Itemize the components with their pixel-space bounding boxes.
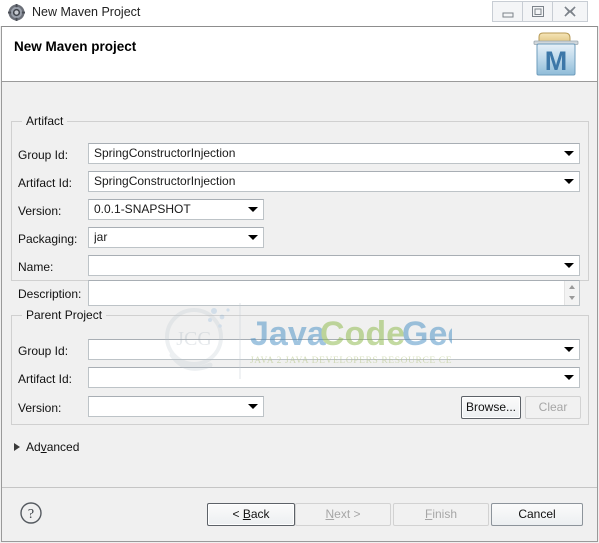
- finish-button[interactable]: Finish: [393, 503, 489, 526]
- dialog-button-bar: ? < Back Next > Finish Cancel: [2, 487, 597, 541]
- artifact-description-field[interactable]: [88, 280, 580, 306]
- restore-button[interactable]: [522, 1, 552, 22]
- parent-group-id-combo[interactable]: [88, 339, 580, 360]
- scroll-down-icon[interactable]: [569, 296, 575, 300]
- window-titlebar: New Maven Project: [0, 0, 599, 26]
- chevron-down-icon[interactable]: [248, 235, 258, 240]
- next-button[interactable]: Next >: [295, 503, 391, 526]
- chevron-right-icon[interactable]: [14, 443, 20, 451]
- artifact-artifact-id-value: SpringConstructorInjection: [94, 174, 236, 188]
- chevron-down-icon[interactable]: [564, 263, 574, 268]
- parent-group-id-label: Group Id:: [18, 344, 69, 358]
- scroll-up-icon[interactable]: [569, 285, 575, 289]
- svg-text:M: M: [545, 46, 568, 76]
- parent-artifact-id-combo[interactable]: [88, 367, 580, 388]
- chevron-down-icon[interactable]: [564, 179, 574, 184]
- browse-button[interactable]: Browse...: [461, 396, 521, 419]
- window-title: New Maven Project: [32, 5, 141, 19]
- artifact-packaging-value: jar: [94, 230, 108, 244]
- artifact-artifact-id-combo[interactable]: SpringConstructorInjection: [88, 171, 580, 192]
- artifact-name-value: [94, 256, 564, 275]
- maven-gear-icon: [8, 4, 25, 21]
- artifact-group-id-combo[interactable]: SpringConstructorInjection: [88, 143, 580, 164]
- artifact-packaging-label: Packaging:: [18, 232, 78, 246]
- artifact-name-combo[interactable]: [88, 255, 580, 276]
- artifact-artifact-id-label: Artifact Id:: [18, 176, 73, 190]
- parent-project-legend: Parent Project: [22, 308, 107, 322]
- svg-text:?: ?: [28, 507, 34, 522]
- chevron-down-icon[interactable]: [248, 207, 258, 212]
- artifact-name-label: Name:: [18, 260, 54, 274]
- description-scrollbar[interactable]: [564, 281, 579, 305]
- back-button[interactable]: < Back: [207, 503, 295, 526]
- parent-version-label: Version:: [18, 401, 62, 415]
- minimize-button[interactable]: [492, 1, 522, 22]
- chevron-down-icon[interactable]: [564, 151, 574, 156]
- chevron-down-icon[interactable]: [564, 375, 574, 380]
- chevron-down-icon[interactable]: [248, 404, 258, 409]
- clear-button[interactable]: Clear: [525, 396, 581, 419]
- artifact-packaging-combo[interactable]: jar: [88, 227, 264, 248]
- parent-version-combo[interactable]: [88, 396, 264, 417]
- parent-artifact-id-value: [94, 368, 564, 387]
- artifact-group-id-value: SpringConstructorInjection: [94, 146, 236, 160]
- artifact-group-legend: Artifact: [22, 114, 68, 128]
- help-icon[interactable]: ?: [19, 501, 43, 525]
- parent-artifact-id-label: Artifact Id:: [18, 372, 73, 386]
- artifact-version-label: Version:: [18, 204, 62, 218]
- close-button[interactable]: [552, 1, 588, 22]
- new-maven-project-dialog: New Maven Project New Maven project M Ar…: [0, 0, 599, 543]
- maven-folder-m-icon: M: [525, 29, 587, 79]
- dialog-body: New Maven project M Artifact Group Id: S…: [1, 26, 598, 542]
- chevron-down-icon[interactable]: [564, 347, 574, 352]
- parent-version-value: [94, 397, 244, 416]
- artifact-version-combo[interactable]: 0.0.1-SNAPSHOT: [88, 199, 264, 220]
- parent-group-id-value: [94, 340, 564, 359]
- wizard-header: New Maven project M: [2, 27, 597, 82]
- page-title: New Maven project: [14, 39, 137, 54]
- advanced-label: Advanced: [26, 440, 80, 454]
- wizard-content: Artifact Group Id: SpringConstructorInje…: [2, 83, 597, 487]
- artifact-description-label: Description:: [18, 287, 82, 301]
- artifact-group-id-label: Group Id:: [18, 148, 69, 162]
- artifact-version-value: 0.0.1-SNAPSHOT: [94, 202, 191, 216]
- cancel-button[interactable]: Cancel: [491, 503, 583, 526]
